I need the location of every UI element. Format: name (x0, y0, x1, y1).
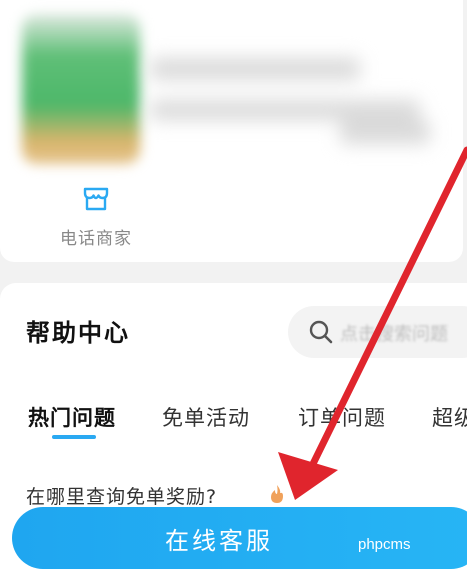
help-search-input[interactable]: 点击搜索问题 (288, 306, 467, 358)
tab-free-order-activity[interactable]: 免单活动 (162, 402, 250, 432)
customer-service-label: 在线客服 (165, 526, 273, 555)
hot-icon (271, 485, 283, 503)
tab-order-questions[interactable]: 订单问题 (298, 402, 386, 432)
call-merchant-button[interactable]: 电话商家 (44, 180, 148, 250)
order-card: 电话商家 (0, 0, 463, 262)
shop-icon (83, 187, 109, 211)
order-thumbnail (22, 14, 140, 164)
order-details-blurred (150, 20, 440, 170)
call-merchant-label: 电话商家 (60, 229, 132, 249)
tab-hot-questions[interactable]: 热门问题 (28, 402, 116, 432)
active-tab-indicator (52, 435, 96, 439)
tab-super[interactable]: 超级 (432, 402, 467, 432)
watermark: phpcms (358, 536, 411, 553)
question-item[interactable]: 在哪里查询免单奖励? (26, 482, 217, 509)
search-icon (309, 320, 333, 344)
help-center-title: 帮助中心 (26, 319, 130, 347)
help-tabs: 热门问题 免单活动 订单问题 超级 (28, 402, 467, 452)
search-placeholder: 点击搜索问题 (340, 324, 448, 345)
